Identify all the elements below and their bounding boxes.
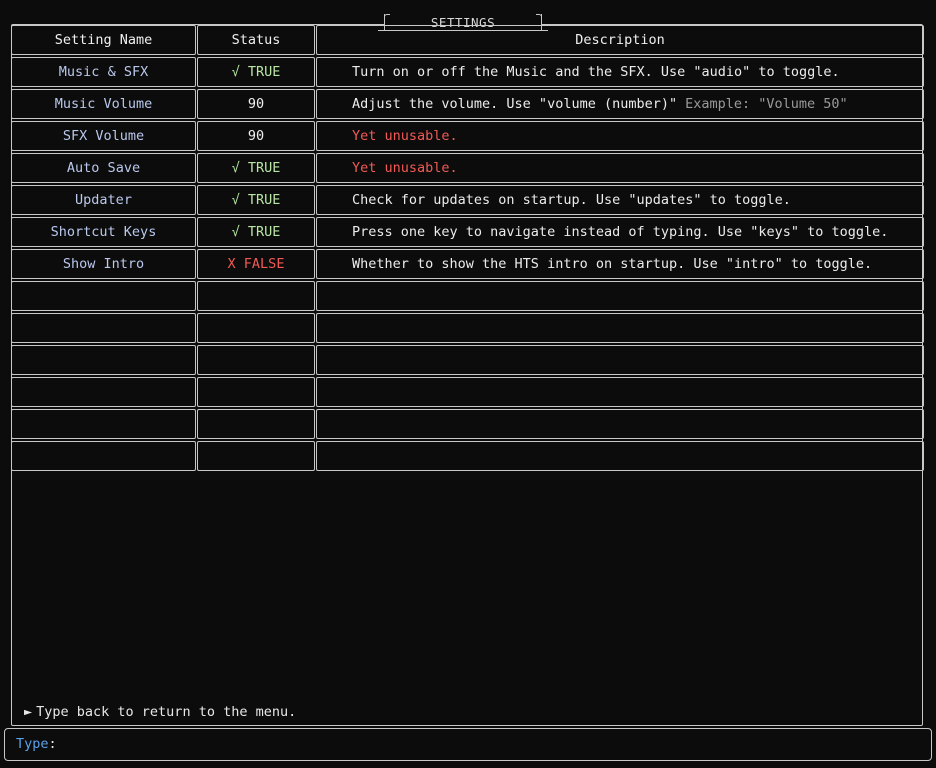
setting-description-sfx-volume: Yet unusable. xyxy=(316,121,924,151)
empty-table-cell xyxy=(197,281,315,311)
setting-name-sfx-volume: SFX Volume xyxy=(11,121,196,151)
empty-table-cell xyxy=(316,441,924,471)
setting-name-auto-save: Auto Save xyxy=(11,153,196,183)
description-text: Yet unusable. xyxy=(352,128,458,144)
description-text: Turn on or off the Music and the SFX. Us… xyxy=(352,64,840,80)
description-example: Example: "Volume 50" xyxy=(685,96,848,112)
setting-description-auto-save: Yet unusable. xyxy=(316,153,924,183)
header-description: Description xyxy=(316,25,924,55)
setting-name-updater: Updater xyxy=(11,185,196,215)
header-setting-name: Setting Name xyxy=(11,25,196,55)
description-text: Yet unusable. xyxy=(352,160,458,176)
setting-name-show-intro: Show Intro xyxy=(11,249,196,279)
command-input-bar[interactable]: Type: xyxy=(4,728,932,761)
empty-table-cell xyxy=(197,313,315,343)
setting-description-music-volume: Adjust the volume. Use "volume (number)"… xyxy=(316,89,924,119)
command-input[interactable] xyxy=(60,736,901,752)
setting-description-music-sfx: Turn on or off the Music and the SFX. Us… xyxy=(316,57,924,87)
empty-table-cell xyxy=(11,441,196,471)
setting-status-music-sfx: √ TRUE xyxy=(197,57,315,87)
setting-status-sfx-volume: 90 xyxy=(197,121,315,151)
setting-name-shortcut-keys: Shortcut Keys xyxy=(11,217,196,247)
empty-table-cell xyxy=(11,377,196,407)
description-text: Press one key to navigate instead of typ… xyxy=(352,224,889,240)
input-separator: : xyxy=(48,736,57,752)
description-text: Adjust the volume. Use "volume (number)" xyxy=(352,96,678,112)
empty-table-cell xyxy=(11,313,196,343)
back-hint: ► Type back to return to the menu. xyxy=(24,704,296,720)
empty-table-cell xyxy=(197,377,315,407)
setting-status-shortcut-keys: √ TRUE xyxy=(197,217,315,247)
setting-description-show-intro: Whether to show the HTS intro on startup… xyxy=(316,249,924,279)
empty-table-cell xyxy=(197,409,315,439)
empty-table-cell xyxy=(11,345,196,375)
empty-table-cell xyxy=(316,377,924,407)
setting-description-updater: Check for updates on startup. Use "updat… xyxy=(316,185,924,215)
back-hint-text: Type back to return to the menu. xyxy=(36,704,297,720)
empty-table-cell xyxy=(316,409,924,439)
description-text: Check for updates on startup. Use "updat… xyxy=(352,192,791,208)
empty-table-cell xyxy=(316,345,924,375)
empty-table-cell xyxy=(316,313,924,343)
setting-name-music-volume: Music Volume xyxy=(11,89,196,119)
setting-name-music-sfx: Music & SFX xyxy=(11,57,196,87)
empty-table-cell xyxy=(316,281,924,311)
setting-description-shortcut-keys: Press one key to navigate instead of typ… xyxy=(316,217,924,247)
description-text: Whether to show the HTS intro on startup… xyxy=(352,256,873,272)
setting-status-show-intro: X FALSE xyxy=(197,249,315,279)
empty-table-cell xyxy=(11,281,196,311)
empty-table-cell xyxy=(197,345,315,375)
arrow-right-icon: ► xyxy=(24,704,33,720)
empty-table-cell xyxy=(197,441,315,471)
setting-status-updater: √ TRUE xyxy=(197,185,315,215)
input-label: Type xyxy=(16,736,49,752)
setting-status-music-volume: 90 xyxy=(197,89,315,119)
setting-status-auto-save: √ TRUE xyxy=(197,153,315,183)
empty-table-cell xyxy=(11,409,196,439)
header-status: Status xyxy=(197,25,315,55)
